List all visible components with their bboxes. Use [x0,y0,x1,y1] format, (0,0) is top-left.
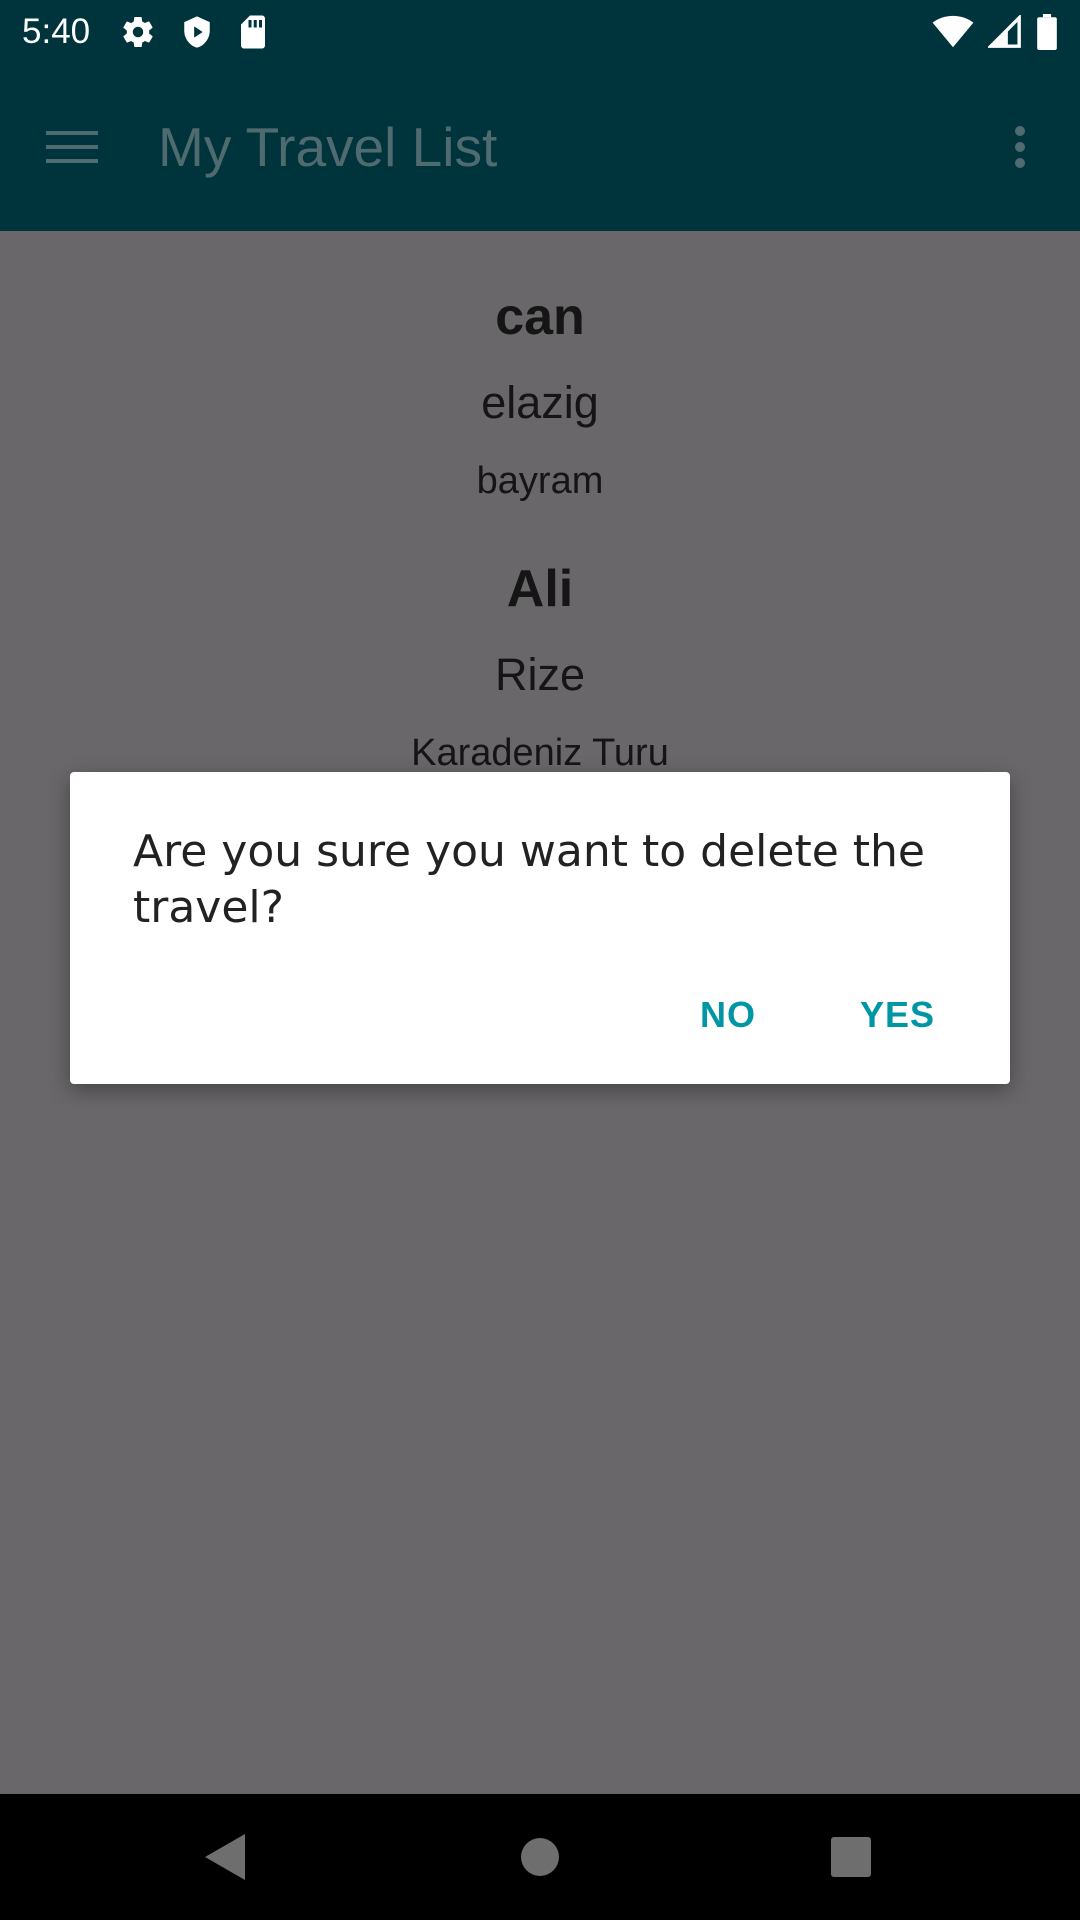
travel-title: Ali [506,560,574,618]
yes-button[interactable]: YES [846,980,949,1050]
signal-icon [988,14,1021,48]
travel-description: bayram [476,460,604,502]
travel-item[interactable]: can elazig bayram [0,287,1080,503]
travel-item[interactable]: Ali Rize Karadeniz Turu [0,559,1080,775]
overflow-menu-icon[interactable] [980,97,1060,197]
app-title: My Travel List [158,116,498,178]
status-right-icons [932,13,1058,50]
home-icon[interactable] [505,1822,575,1892]
travel-description: Karadeniz Turu [411,732,669,774]
travel-place: elazig [481,377,599,428]
status-left-icons [120,14,268,50]
navigation-bar [0,1794,1080,1920]
delete-confirm-dialog: Are you sure you want to delete the trav… [70,772,1010,1084]
battery-icon [1037,13,1057,50]
travel-title: can [495,288,585,346]
hamburger-menu-icon[interactable] [22,97,122,197]
shield-icon [184,15,210,48]
status-bar: 5:40 [0,0,1080,63]
dialog-message: Are you sure you want to delete the trav… [133,826,925,933]
settings-icon [123,16,153,47]
back-icon[interactable] [190,1822,260,1892]
status-time: 5:40 [22,11,91,51]
no-button[interactable]: NO [686,980,770,1050]
recents-icon[interactable] [816,1822,886,1892]
wifi-icon [932,15,974,47]
app-bar: My Travel List [0,63,1080,231]
travel-place: Rize [494,649,586,700]
sd-card-icon [241,15,266,48]
